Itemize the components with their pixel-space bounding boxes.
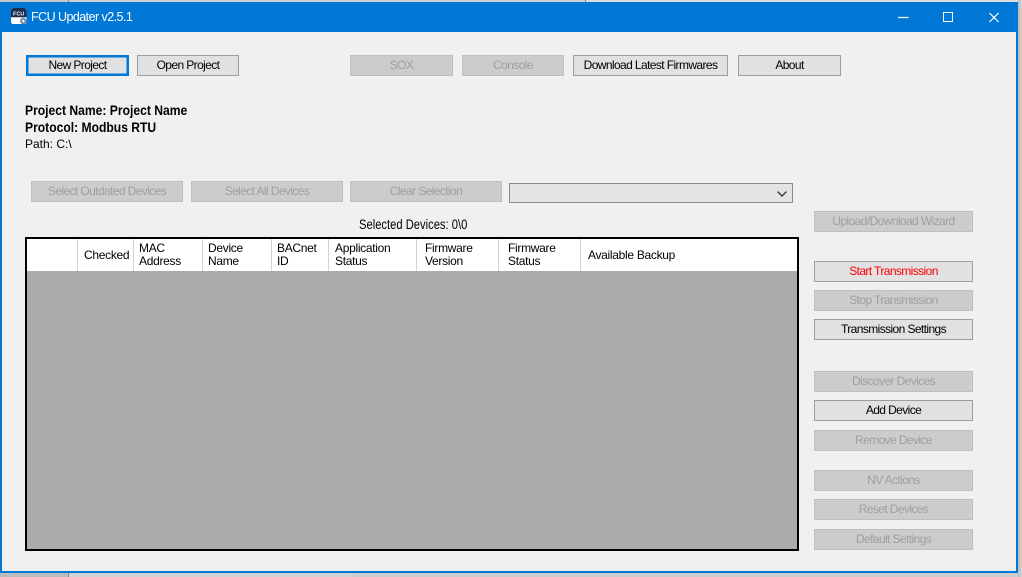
svg-text:FCU: FCU [13, 12, 24, 18]
